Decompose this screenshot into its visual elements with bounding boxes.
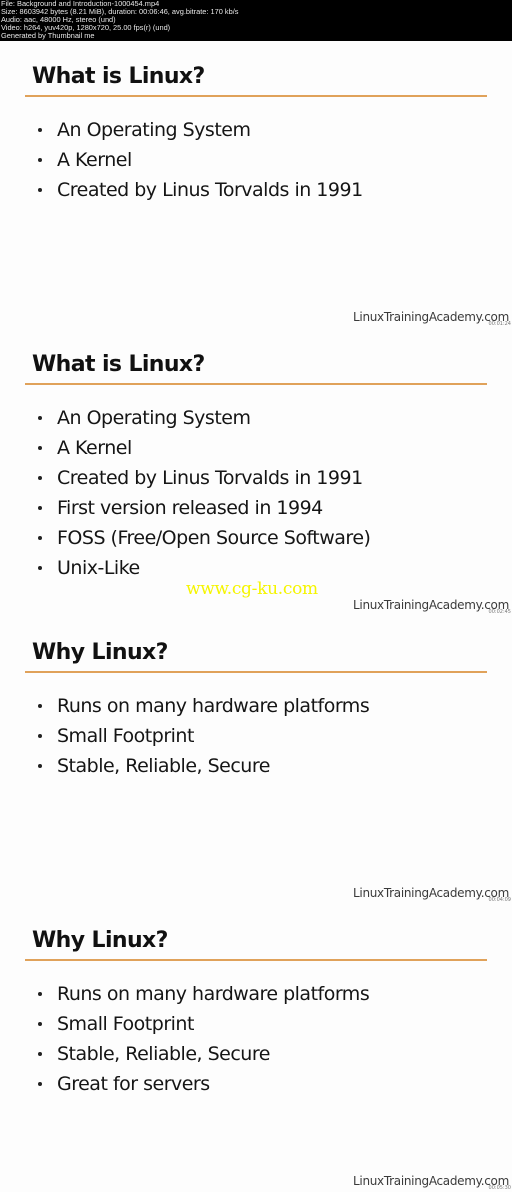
bullet-icon — [38, 1052, 42, 1056]
slide-thumbnail-3: Why Linux? Runs on many hardware platfor… — [0, 617, 512, 905]
frame-timestamp: 00:02:45 — [488, 609, 511, 615]
bullet-text: Small Footprint — [57, 1013, 194, 1035]
bullet-icon — [38, 992, 42, 996]
bullet-text: Unix-Like — [57, 557, 140, 579]
bullet-text: First version released in 1994 — [57, 497, 323, 519]
bullet-text: A Kernel — [57, 149, 132, 171]
bullet-text: Runs on many hardware platforms — [57, 983, 370, 1005]
bullet-icon — [38, 476, 42, 480]
bullet-icon — [38, 566, 42, 570]
bullet-text: Stable, Reliable, Secure — [57, 1043, 270, 1065]
bullet-icon — [38, 188, 42, 192]
generator-line: Generated by Thumbnail me — [1, 32, 95, 40]
slide-title: What is Linux? — [32, 64, 205, 89]
title-underline — [25, 95, 487, 97]
footer-brand: LinuxTrainingAcademy.com — [353, 598, 509, 612]
bullet-icon — [38, 1022, 42, 1026]
slide-thumbnail-4: Why Linux? Runs on many hardware platfor… — [0, 905, 512, 1192]
bullet-icon — [38, 506, 42, 510]
bullet-icon — [38, 764, 42, 768]
slide-title: What is Linux? — [32, 352, 205, 377]
slide-title: Why Linux? — [32, 640, 168, 665]
bullet-icon — [38, 128, 42, 132]
watermark-text: www.cg-ku.com — [186, 579, 318, 599]
bullet-text: Created by Linus Torvalds in 1991 — [57, 467, 363, 489]
bullet-icon — [38, 158, 42, 162]
bullet-text: An Operating System — [57, 119, 251, 141]
frame-timestamp: 00:05:30 — [488, 1185, 511, 1191]
bullet-icon — [38, 734, 42, 738]
footer-brand: LinuxTrainingAcademy.com — [353, 886, 509, 900]
audio-info-line: Audio: aac, 48000 Hz, stereo (und) — [1, 16, 116, 24]
file-size-line: Size: 8603942 bytes (8.21 MiB), duration… — [1, 8, 239, 16]
bullet-text: A Kernel — [57, 437, 132, 459]
bullet-icon — [38, 1082, 42, 1086]
file-name-line: File: Background and Introduction-100045… — [1, 0, 160, 8]
bullet-icon — [38, 536, 42, 540]
title-underline — [25, 959, 487, 961]
footer-brand: LinuxTrainingAcademy.com — [353, 310, 509, 324]
bullet-text: Stable, Reliable, Secure — [57, 755, 270, 777]
slide-thumbnail-2: What is Linux? An Operating System A Ker… — [0, 329, 512, 617]
frame-timestamp: 00:01:24 — [488, 321, 511, 327]
title-underline — [25, 671, 487, 673]
bullet-icon — [38, 446, 42, 450]
bullet-icon — [38, 416, 42, 420]
video-info-line: Video: h264, yuv420p, 1280x720, 25.00 fp… — [1, 24, 171, 32]
slide-thumbnail-1: What is Linux? An Operating System A Ker… — [0, 41, 512, 329]
bullet-text: An Operating System — [57, 407, 251, 429]
title-underline — [25, 383, 487, 385]
video-info-header: File: Background and Introduction-100045… — [0, 0, 512, 41]
footer-brand: LinuxTrainingAcademy.com — [353, 1174, 509, 1188]
slide-title: Why Linux? — [32, 928, 168, 953]
frame-timestamp: 00:04:09 — [488, 897, 511, 903]
bullet-text: Small Footprint — [57, 725, 194, 747]
bullet-text: Great for servers — [57, 1073, 210, 1095]
bullet-text: Created by Linus Torvalds in 1991 — [57, 179, 363, 201]
bullet-text: Runs on many hardware platforms — [57, 695, 370, 717]
bullet-icon — [38, 704, 42, 708]
bullet-text: FOSS (Free/Open Source Software) — [57, 527, 371, 549]
